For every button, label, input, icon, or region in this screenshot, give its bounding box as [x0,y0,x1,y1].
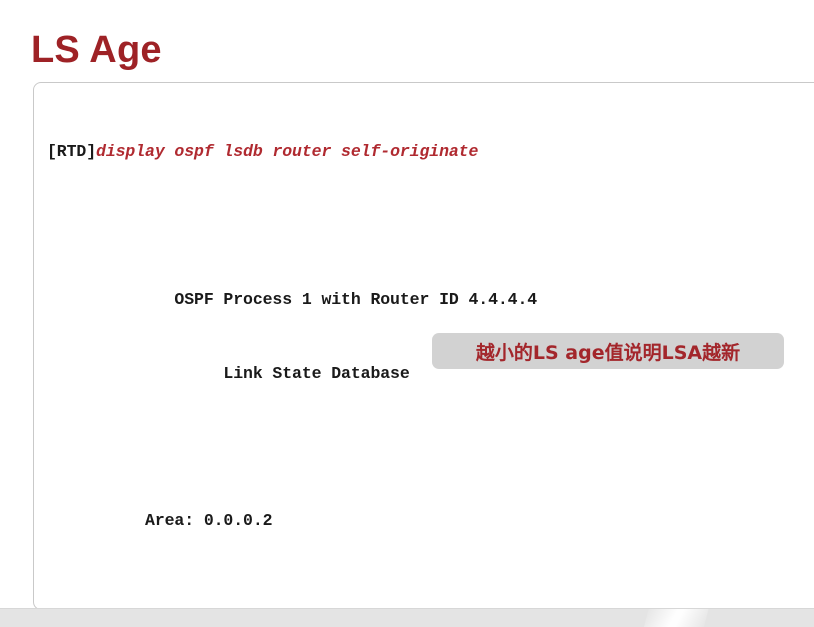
cli-line-area: Area: 0.0.0.2 [47,511,273,531]
page-title: LS Age [31,29,162,72]
footer-band [0,608,814,627]
cli-line-process: OSPF Process 1 with Router ID 4.4.4.4 [47,289,538,309]
slide-canvas: LS Age [RTD]display ospf lsdb router sel… [0,0,814,627]
annotation-callout-label: 越小的LS age值说明LSA越新 [475,341,741,364]
cli-prompt: [RTD] [47,142,97,162]
cli-line-blank-2 [47,435,537,460]
cli-line-blank-3 [47,583,537,608]
annotation-callout: 越小的LS age值说明LSA越新 [432,333,784,369]
cli-line-command: [RTD]display ospf lsdb router self-origi… [47,140,537,165]
cli-command: display ospf lsdb router self-originate [96,142,479,162]
footer-glint-decoration [641,609,711,627]
cli-line-blank-1 [47,214,537,239]
